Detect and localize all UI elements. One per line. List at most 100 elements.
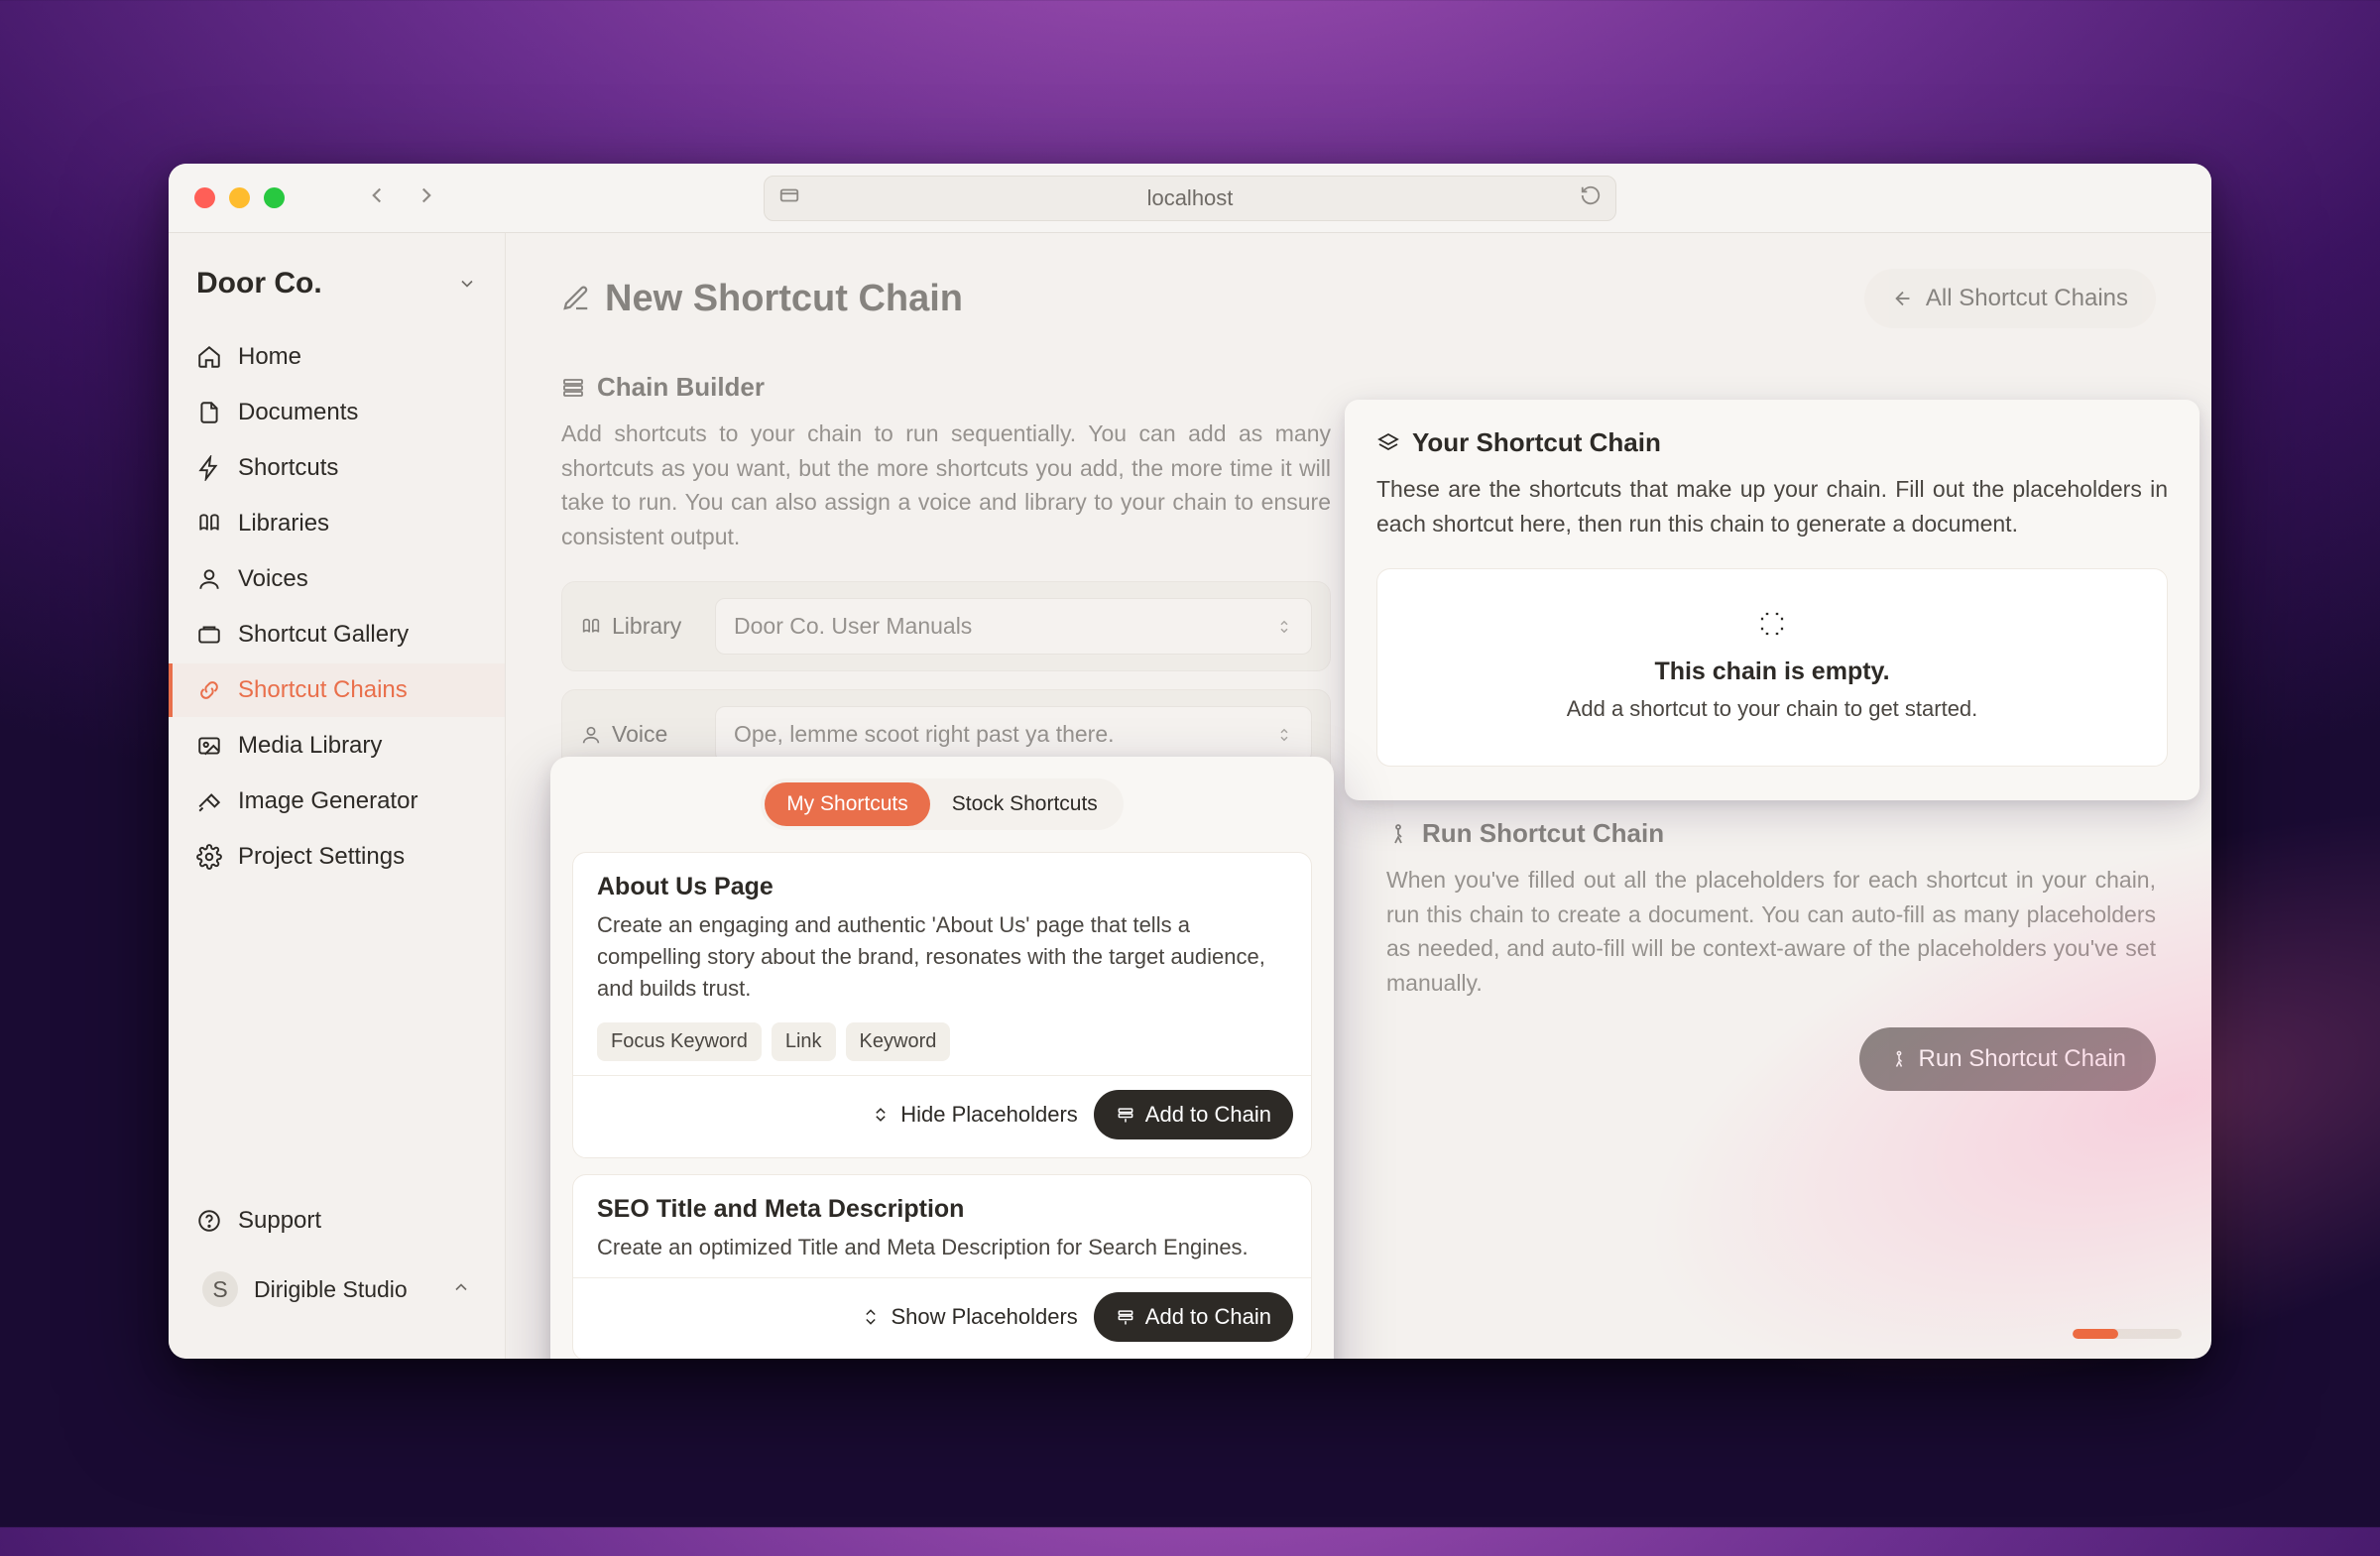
tab-my-shortcuts[interactable]: My Shortcuts: [765, 782, 930, 826]
chain-builder-column: Chain Builder Add shortcuts to your chai…: [561, 372, 1331, 797]
fullscreen-window-button[interactable]: [264, 187, 285, 208]
collapse-icon: [871, 1105, 891, 1125]
main-content: New Shortcut Chain All Shortcut Chains C…: [506, 233, 2211, 1359]
library-select[interactable]: Door Co. User Manuals: [715, 598, 1312, 655]
empty-subtitle: Add a shortcut to your chain to get star…: [1397, 696, 2147, 722]
image-gen-icon: [196, 788, 222, 814]
select-chevron-icon: [1275, 726, 1293, 744]
sidebar-item-label: Home: [238, 343, 301, 371]
shortcut-title: About Us Page: [597, 873, 1287, 901]
placeholder-tag: Keyword: [846, 1022, 951, 1061]
field-label: Voice: [612, 721, 667, 748]
libraries-icon: [196, 511, 222, 537]
placeholder-tag: Link: [772, 1022, 836, 1061]
select-chevron-icon: [1275, 618, 1293, 636]
sidebar-item-label: Project Settings: [238, 843, 405, 871]
sidebar-item-label: Image Generator: [238, 787, 417, 815]
sidebar-item-gallery[interactable]: Shortcut Gallery: [169, 608, 505, 661]
sidebar-item-home[interactable]: Home: [169, 330, 505, 384]
field-label: Library: [612, 613, 681, 640]
shortcuts-icon: [196, 455, 222, 481]
shortcut-card: SEO Title and Meta Description Create an…: [572, 1174, 1312, 1359]
gallery-icon: [196, 622, 222, 648]
empty-chain-card: This chain is empty. Add a shortcut to y…: [1376, 568, 2168, 767]
studio-name: Dirigible Studio: [254, 1276, 408, 1303]
page-title: New Shortcut Chain: [561, 278, 963, 320]
nav-back-button[interactable]: [364, 182, 390, 213]
all-chains-button[interactable]: All Shortcut Chains: [1864, 269, 2156, 328]
run-chain-button[interactable]: Run Shortcut Chain: [1859, 1027, 2156, 1091]
sidebar: Door Co. Home Documents Shortcuts: [169, 233, 506, 1359]
layers-icon: [1376, 431, 1400, 455]
home-icon: [196, 344, 222, 370]
edit-icon: [561, 284, 591, 313]
voice-select[interactable]: Ope, lemme scoot right past ya there.: [715, 706, 1312, 763]
sidebar-item-image-generator[interactable]: Image Generator: [169, 775, 505, 828]
hide-placeholders-button[interactable]: Hide Placeholders: [871, 1102, 1078, 1128]
address-bar[interactable]: localhost: [764, 176, 1616, 221]
sidebar-item-voices[interactable]: Voices: [169, 552, 505, 606]
chevron-down-icon: [457, 274, 477, 294]
voice-icon: [580, 724, 602, 746]
library-field: Library Door Co. User Manuals: [561, 581, 1331, 671]
picker-tabs: My Shortcuts Stock Shortcuts: [761, 778, 1124, 830]
window-controls: [194, 187, 285, 208]
placeholder-tags: Focus Keyword Link Keyword: [597, 1022, 1287, 1061]
section-description: These are the shortcuts that make up you…: [1376, 472, 2168, 540]
your-chain-panel: Your Shortcut Chain These are the shortc…: [1345, 400, 2200, 800]
sidebar-item-label: Support: [238, 1207, 321, 1235]
runner-icon: [1889, 1049, 1909, 1069]
sidebar-item-label: Libraries: [238, 510, 329, 538]
builder-icon: [561, 376, 585, 400]
workspace-name: Door Co.: [196, 267, 322, 300]
sidebar-item-label: Shortcut Chains: [238, 676, 408, 704]
tab-stock-shortcuts[interactable]: Stock Shortcuts: [930, 782, 1120, 826]
sidebar-item-shortcuts[interactable]: Shortcuts: [169, 441, 505, 495]
documents-icon: [196, 400, 222, 425]
shortcut-description: Create an engaging and authentic 'About …: [597, 909, 1287, 1005]
sidebar-item-libraries[interactable]: Libraries: [169, 497, 505, 550]
site-settings-icon: [778, 184, 800, 212]
add-icon: [1116, 1105, 1135, 1125]
add-to-chain-button[interactable]: Add to Chain: [1094, 1292, 1293, 1342]
minimize-window-button[interactable]: [229, 187, 250, 208]
workspace-switcher[interactable]: Door Co.: [169, 257, 505, 324]
add-to-chain-button[interactable]: Add to Chain: [1094, 1090, 1293, 1139]
close-window-button[interactable]: [194, 187, 215, 208]
help-icon: [196, 1208, 222, 1234]
nav-forward-button[interactable]: [414, 182, 439, 213]
studio-switcher[interactable]: S Dirigible Studio: [186, 1257, 487, 1321]
select-value: Door Co. User Manuals: [734, 613, 972, 640]
section-description: When you've filled out all the placehold…: [1386, 863, 2156, 1000]
placeholder-tag: Focus Keyword: [597, 1022, 762, 1061]
browser-window: localhost Door Co. Home Documents: [169, 164, 2211, 1359]
sidebar-item-support[interactable]: Support: [169, 1194, 505, 1248]
address-text: localhost: [1147, 185, 1234, 211]
sidebar-item-label: Shortcuts: [238, 454, 338, 482]
sidebar-nav: Home Documents Shortcuts Libraries Voice…: [169, 324, 505, 890]
sidebar-item-label: Voices: [238, 565, 308, 593]
sidebar-item-label: Media Library: [238, 732, 382, 760]
shortcut-picker-panel: My Shortcuts Stock Shortcuts About Us Pa…: [550, 757, 1334, 1359]
sidebar-item-label: Documents: [238, 399, 358, 426]
select-value: Ope, lemme scoot right past ya there.: [734, 721, 1115, 748]
shortcut-description: Create an optimized Title and Meta Descr…: [597, 1232, 1287, 1263]
sidebar-item-label: Shortcut Gallery: [238, 621, 409, 649]
sidebar-item-documents[interactable]: Documents: [169, 386, 505, 439]
section-description: Add shortcuts to your chain to run seque…: [561, 417, 1331, 553]
empty-icon: [1757, 609, 1787, 639]
sidebar-item-media-library[interactable]: Media Library: [169, 719, 505, 773]
reload-icon[interactable]: [1580, 184, 1602, 212]
sidebar-item-project-settings[interactable]: Project Settings: [169, 830, 505, 884]
media-icon: [196, 733, 222, 759]
show-placeholders-button[interactable]: Show Placeholders: [861, 1304, 1077, 1330]
voices-icon: [196, 566, 222, 592]
settings-icon: [196, 844, 222, 870]
sidebar-item-shortcut-chains[interactable]: Shortcut Chains: [169, 663, 505, 717]
section-title: Run Shortcut Chain: [1422, 818, 1664, 849]
expand-icon: [861, 1307, 881, 1327]
avatar: S: [202, 1271, 238, 1307]
chevron-up-icon: [451, 1276, 471, 1303]
library-icon: [580, 616, 602, 638]
titlebar: localhost: [169, 164, 2211, 233]
